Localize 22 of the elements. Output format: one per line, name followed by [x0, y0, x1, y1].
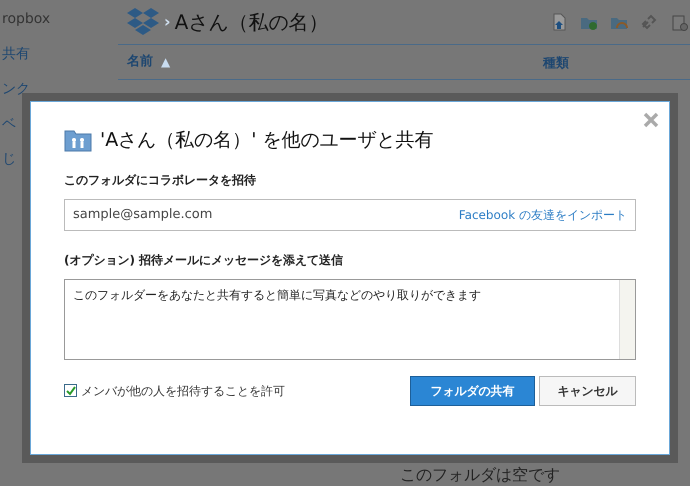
- sort-icon: ▲: [161, 53, 170, 71]
- checkbox-label: メンバが他の人を招待することを許可: [81, 382, 285, 400]
- close-button[interactable]: [643, 112, 659, 128]
- dropbox-logo-icon[interactable]: [126, 7, 160, 37]
- scrollbar[interactable]: [619, 280, 635, 358]
- message-label: (オプション) 招待メールにメッセージを添えて送信: [64, 252, 344, 268]
- cancel-button[interactable]: キャンセル: [539, 376, 636, 406]
- email-input[interactable]: sample@sample.com: [73, 204, 459, 224]
- check-icon: [66, 386, 76, 396]
- empty-message: このフォルダは空です: [400, 465, 561, 485]
- invite-label: このフォルダにコラボレータを招待: [64, 172, 257, 188]
- sidebar-title: ropbox: [2, 10, 52, 29]
- share-button[interactable]: フォルダの共有: [410, 376, 535, 406]
- dialog-title: 'Aさん（私の名）' を他のユーザと共有: [100, 128, 434, 153]
- breadcrumb-title: Aさん（私の名）: [174, 9, 328, 36]
- shared-folder-icon: [64, 128, 92, 152]
- import-link[interactable]: Facebook の友達をインポート: [458, 206, 627, 224]
- chevron-icon: ›: [164, 10, 171, 34]
- email-field[interactable]: sample@sample.com Facebook の友達をインポート: [64, 198, 636, 230]
- message-field[interactable]: このフォルダーをあなたと共有すると簡単に写真などのやり取りができます: [64, 278, 636, 360]
- checkbox[interactable]: [64, 384, 77, 397]
- link-icon[interactable]: [640, 13, 658, 31]
